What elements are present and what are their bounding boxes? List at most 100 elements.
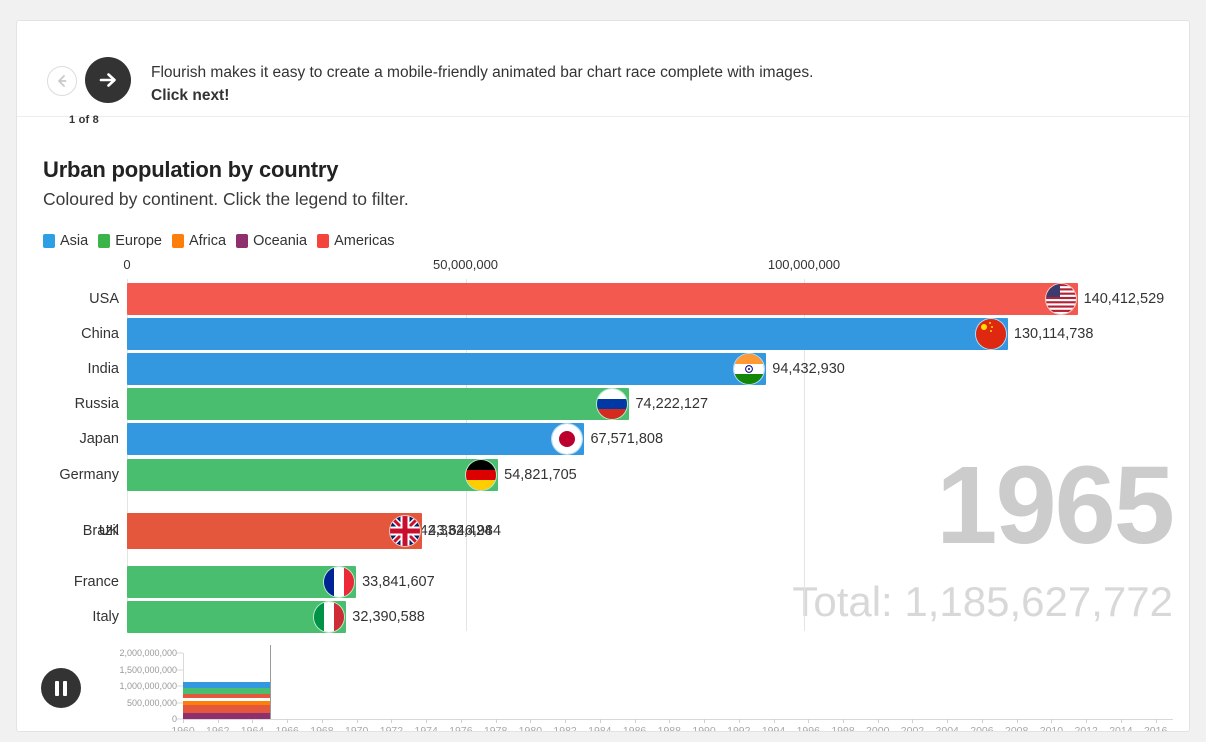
legend-item-europe[interactable]: Europe — [98, 233, 162, 249]
bar-row[interactable]: India 94,432,930 — [88, 353, 845, 385]
sparkline-x-axis — [183, 719, 1173, 720]
sparkline-series-band — [183, 682, 270, 688]
timeline-scrubber-handle[interactable] — [269, 645, 272, 719]
sparkline-x-tick-label: 1970 — [344, 725, 369, 732]
story-navigation-header: 1 of 8 Flourish makes it easy to create … — [17, 21, 1189, 126]
bar-row[interactable]: China 130,114,738 — [81, 318, 1093, 350]
legend-item-label: Asia — [60, 233, 89, 249]
legend-item-africa[interactable]: Africa — [171, 233, 227, 249]
timeline-control: 2,000,000,000 1,500,000,000 1,000,000,000 5… — [17, 641, 1189, 732]
sparkline-x-tick — [634, 719, 636, 723]
sparkline-x-tick — [947, 719, 949, 723]
flag-usa-icon — [1045, 284, 1076, 314]
flag-japan-icon — [552, 424, 583, 454]
timeline-sparkline[interactable]: 2,000,000,000 1,500,000,000 1,000,000,000 5… — [103, 645, 1173, 732]
sparkline-x-tick-label: 1994 — [761, 725, 786, 732]
legend-item-label: Europe — [115, 233, 162, 249]
sparkline-x-tick-label: 1960 — [171, 725, 195, 732]
sparkline-x-tick-label: 1980 — [518, 725, 543, 732]
bar-value-label: 33,841,607 — [362, 574, 435, 590]
sparkline-x-tick-label: 2004 — [935, 725, 959, 732]
flag-china-icon — [975, 319, 1006, 349]
bar-rect[interactable] — [127, 513, 423, 549]
sparkline-series-band — [183, 698, 270, 701]
previous-slide-button[interactable] — [47, 66, 77, 96]
sparkline-x-tick-label: 1998 — [831, 725, 855, 732]
bar-rect[interactable] — [127, 388, 630, 420]
bar-row[interactable]: France 33,841,607 — [74, 566, 435, 598]
story-caption: Flourish makes it easy to create a mobil… — [151, 61, 1031, 107]
x-axis-tick-label: 50,000,000 — [432, 257, 499, 272]
bar-category-label: Germany — [59, 467, 119, 483]
legend-item-asia[interactable]: Asia — [43, 233, 88, 249]
next-slide-button[interactable] — [85, 57, 131, 103]
legend-item-americas[interactable]: Americas — [317, 233, 395, 249]
sparkline-x-tick-label: 2000 — [866, 725, 890, 732]
sparkline-x-tick — [773, 719, 775, 723]
bar-rect[interactable] — [127, 566, 357, 598]
sparkline-x-tick-label: 1990 — [692, 725, 716, 732]
pause-icon-bar-left — [55, 680, 59, 696]
sparkline-x-tick — [530, 719, 532, 723]
legend-item-label: Americas — [334, 233, 395, 249]
bar-rect[interactable] — [127, 353, 767, 385]
sparkline-x-tick-label: 1988 — [657, 725, 681, 732]
legend-item-label: Africa — [188, 233, 227, 249]
sparkline-x-tick-label: 1966 — [275, 725, 299, 732]
pause-icon-bar-right — [63, 680, 67, 696]
bar-row[interactable]: Germany 54,821,705 — [59, 459, 577, 491]
bar-value-label: 32,390,588 — [352, 609, 425, 625]
sparkline-x-tick-label: 1984 — [588, 725, 612, 732]
flag-italy-icon — [314, 602, 345, 632]
flag-russia-icon — [597, 389, 628, 419]
page-subtitle: Coloured by continent. Click the legend … — [43, 189, 409, 209]
sparkline-x-tick-label: 2016 — [1143, 725, 1168, 732]
sparkline-x-tick-label: 2014 — [1109, 725, 1133, 732]
bar-rect[interactable] — [127, 459, 499, 491]
bar-category-label: China — [81, 326, 119, 342]
sparkline-x-tick — [704, 719, 706, 723]
sparkline-x-tick — [843, 719, 844, 723]
story-caption-text: Flourish makes it easy to create a mobil… — [151, 64, 814, 81]
bar-row[interactable]: Japan 67,571,808 — [79, 423, 663, 455]
sparkline-x-tick — [287, 719, 289, 723]
sparkline-x-tick-label: 1986 — [622, 725, 647, 732]
sparkline-x-tick — [183, 719, 184, 723]
sparkline-x-tick-label: 1996 — [796, 725, 820, 732]
legend-item-oceania[interactable]: Oceania — [236, 233, 307, 249]
page-title: Urban population by country — [43, 157, 339, 182]
bar-rect[interactable] — [127, 283, 1078, 315]
bar-row[interactable]: USA 140,412,529 — [89, 283, 1164, 315]
bar-category-label: USA — [89, 291, 119, 307]
legend-swatch-icon — [43, 234, 55, 248]
slide-counter: 1 of 8 — [69, 114, 99, 126]
bar-row[interactable]: UK 43,646,984 — [99, 513, 501, 549]
sparkline-x-tick-label: 1968 — [310, 725, 334, 732]
story-caption-bold: Click next! — [151, 87, 230, 104]
pause-button[interactable] — [41, 668, 81, 708]
sparkline-x-tick-label: 2006 — [970, 725, 994, 732]
arrow-left-icon — [58, 75, 67, 87]
bar-row[interactable]: Russia 74,222,127 — [75, 388, 708, 420]
bar-row[interactable]: Italy 32,390,588 — [92, 601, 425, 633]
sparkline-x-tick-label: 1972 — [379, 725, 404, 732]
legend-swatch-icon — [317, 234, 330, 248]
sparkline-y-tick-label: 2,000,000,000 — [119, 648, 177, 658]
bar-category-label: India — [87, 361, 119, 377]
sparkline-x-tick — [217, 719, 219, 723]
legend-item-label: Oceania — [253, 233, 308, 249]
sparkline-x-tick — [912, 719, 914, 723]
sparkline-x-tick — [1016, 719, 1018, 723]
sparkline-x-tick — [1120, 719, 1122, 723]
sparkline-x-tick-label: 1974 — [414, 725, 438, 732]
flourish-story-card: 1 of 8 Flourish makes it easy to create … — [16, 20, 1190, 732]
bar-category-label: France — [73, 574, 119, 590]
sparkline-x-tick — [738, 719, 740, 723]
bar-category-label: Japan — [79, 431, 119, 447]
bar-rect[interactable] — [127, 318, 1008, 350]
sparkline-x-tick — [1086, 719, 1088, 723]
bar-rect[interactable] — [127, 423, 585, 455]
sparkline-x-tick — [495, 719, 497, 723]
sparkline-x-tick — [669, 719, 671, 723]
bar-category-label: Russia — [74, 396, 119, 412]
